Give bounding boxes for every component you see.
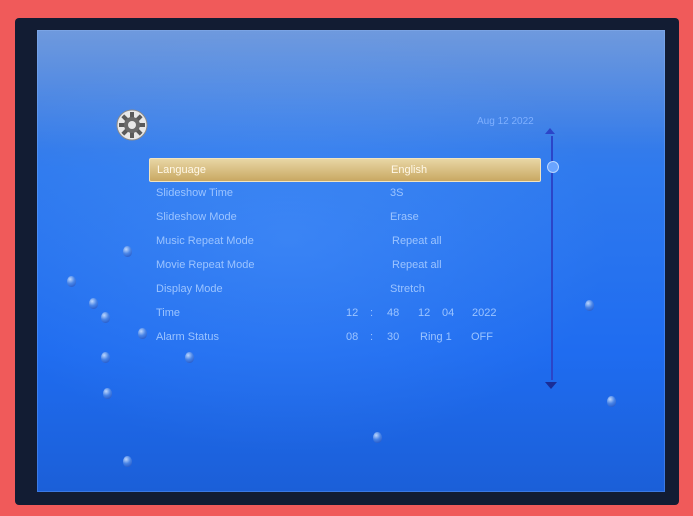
menu-item-time[interactable]: Time 12 : 48 12 04 2022 [149,302,539,324]
time-separator: : [370,307,374,319]
alarm-state[interactable]: OFF [471,331,493,343]
menu-item-value: English [391,164,428,176]
time-day[interactable]: 04 [442,307,454,319]
water-droplet [185,352,194,363]
menu-item-movie-repeat-mode[interactable]: Movie Repeat Mode Repeat all [149,254,539,276]
water-droplet [123,456,132,467]
water-droplet [607,396,616,407]
menu-item-value: Erase [390,211,419,223]
water-droplet [123,246,132,257]
alarm-separator: : [370,331,374,343]
time-month[interactable]: 12 [418,307,430,319]
water-droplet [101,312,110,323]
triangle-down-icon[interactable] [545,382,557,389]
menu-item-label: Time [156,307,181,319]
gear-icon [116,109,148,141]
time-hour[interactable]: 12 [346,307,358,319]
menu-item-music-repeat-mode[interactable]: Music Repeat Mode Repeat all [149,230,539,252]
menu-item-slideshow-time[interactable]: Slideshow Time 3S [149,182,539,204]
menu-item-label: Movie Repeat Mode [156,259,255,271]
alarm-hour[interactable]: 08 [346,331,358,343]
triangle-up-icon[interactable] [545,128,555,134]
menu-item-label: Alarm Status [156,331,219,343]
settings-screen: Aug 12 2022 Language English Slideshow T… [37,30,665,492]
menu-item-label: Language [157,164,206,176]
date-label: Aug 12 2022 [477,116,534,127]
water-droplet [89,298,98,309]
menu-item-language[interactable]: Language English [149,158,541,182]
menu-item-display-mode[interactable]: Display Mode Stretch [149,278,539,300]
water-droplet [373,432,382,443]
time-year[interactable]: 2022 [472,307,496,319]
water-droplet [138,328,147,339]
menu-item-label: Music Repeat Mode [156,235,254,247]
scrollbar-thumb[interactable] [547,161,559,173]
water-droplet [103,388,112,399]
menu-item-slideshow-mode[interactable]: Slideshow Mode Erase [149,206,539,228]
menu-item-label: Slideshow Mode [156,211,237,223]
menu-item-value: Repeat all [392,259,442,271]
alarm-ring[interactable]: Ring 1 [420,331,452,343]
menu-item-label: Slideshow Time [156,187,234,199]
menu-item-value: 3S [390,187,404,199]
menu-item-value: Stretch [390,283,425,295]
menu-item-alarm-status[interactable]: Alarm Status 08 : 30 Ring 1 OFF [149,326,539,348]
menu-item-value: Repeat all [392,235,442,247]
water-droplet [585,300,594,311]
menu-item-label: Display Mode [156,283,223,295]
water-droplet [101,352,110,363]
water-droplet [67,276,76,287]
time-minute[interactable]: 48 [387,307,399,319]
alarm-minute[interactable]: 30 [387,331,399,343]
